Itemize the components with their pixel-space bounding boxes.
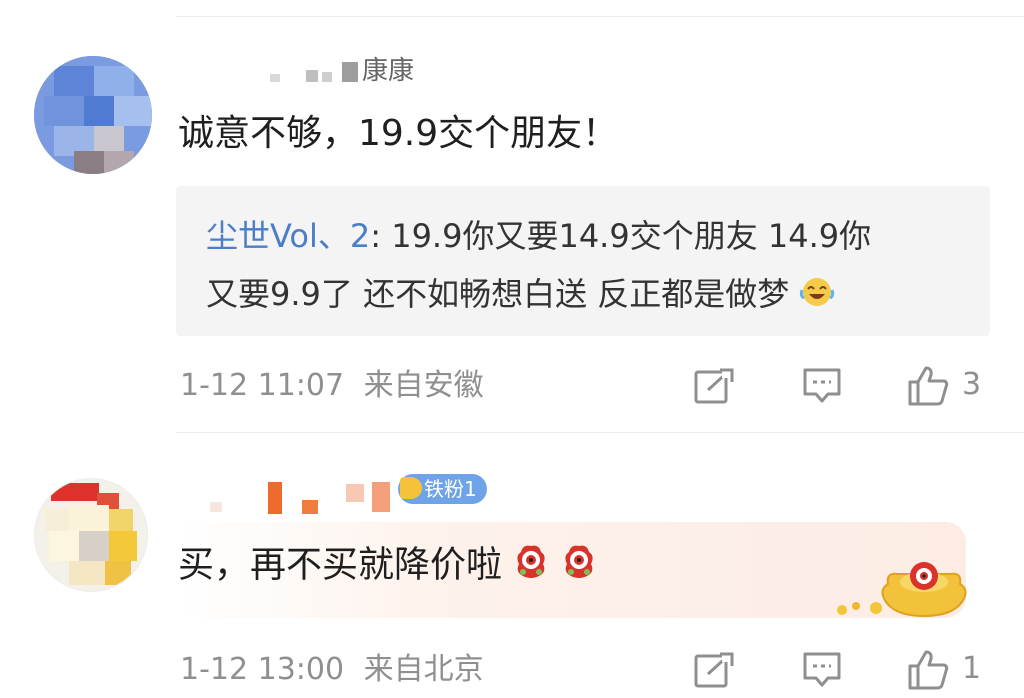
reply-line-2: 又要9.9了 还不如畅想白送 反正都是做梦	[206, 274, 835, 317]
reply-box[interactable]: 尘世Vol、2: 19.9你又要14.9交个朋友 14.9你 又要9.9了 还不…	[176, 186, 990, 336]
share-button[interactable]	[694, 652, 734, 688]
comment-location: 来自安徽	[363, 368, 484, 403]
red-creature-icon	[513, 542, 549, 591]
avatar[interactable]	[34, 478, 148, 592]
fan-badge[interactable]: 铁粉1	[398, 474, 487, 504]
divider-middle	[176, 432, 1024, 433]
share-icon	[694, 652, 734, 688]
reply-text-1: : 19.9你又要14.9交个朋友 14.9你	[370, 217, 872, 255]
like-count: 3	[962, 367, 982, 402]
comment-meta: 1-12 13:00 来自北京	[180, 652, 484, 688]
fan-badge-label: 铁粉1	[424, 477, 477, 501]
gold-ingot-icon	[832, 556, 972, 626]
reply-text-2: 又要9.9了 还不如畅想白送 反正都是做梦	[206, 275, 790, 313]
comment-text: 买，再不买就降价啦	[178, 542, 597, 591]
reply-author[interactable]: 尘世Vol、2	[206, 217, 370, 255]
comment-time: 1-12 13:00	[180, 652, 345, 687]
like-icon	[906, 648, 950, 690]
username[interactable]: 康康	[270, 56, 440, 92]
comment-location: 来自北京	[363, 652, 484, 687]
comment-time: 1-12 11:07	[180, 368, 345, 403]
username[interactable]	[210, 476, 400, 514]
comment-list: 康康 诚意不够，19.9交个朋友！ 尘世Vol、2: 19.9你又要14.9交个…	[0, 0, 1024, 698]
comment-text-content: 买，再不买就降价啦	[178, 544, 503, 586]
laughing-tears-icon	[799, 276, 835, 317]
like-count: 1	[962, 651, 982, 686]
like-button[interactable]: 1	[906, 648, 981, 690]
avatar[interactable]	[34, 56, 152, 174]
comment-icon	[802, 366, 842, 406]
red-creature-icon	[561, 542, 597, 591]
comment-icon	[802, 650, 842, 690]
like-button[interactable]: 3	[906, 364, 981, 406]
badge-icon	[400, 477, 422, 499]
comment-meta: 1-12 11:07 来自安徽	[180, 368, 484, 404]
divider-top	[176, 16, 1024, 17]
username-text: 康康	[362, 56, 415, 86]
comment-button[interactable]	[802, 366, 842, 406]
share-button[interactable]	[694, 368, 734, 404]
reply-line-1: 尘世Vol、2: 19.9你又要14.9交个朋友 14.9你	[206, 216, 871, 256]
like-icon	[906, 364, 950, 406]
comment-button[interactable]	[802, 650, 842, 690]
comment-text: 诚意不够，19.9交个朋友！	[178, 113, 619, 154]
share-icon	[694, 368, 734, 404]
